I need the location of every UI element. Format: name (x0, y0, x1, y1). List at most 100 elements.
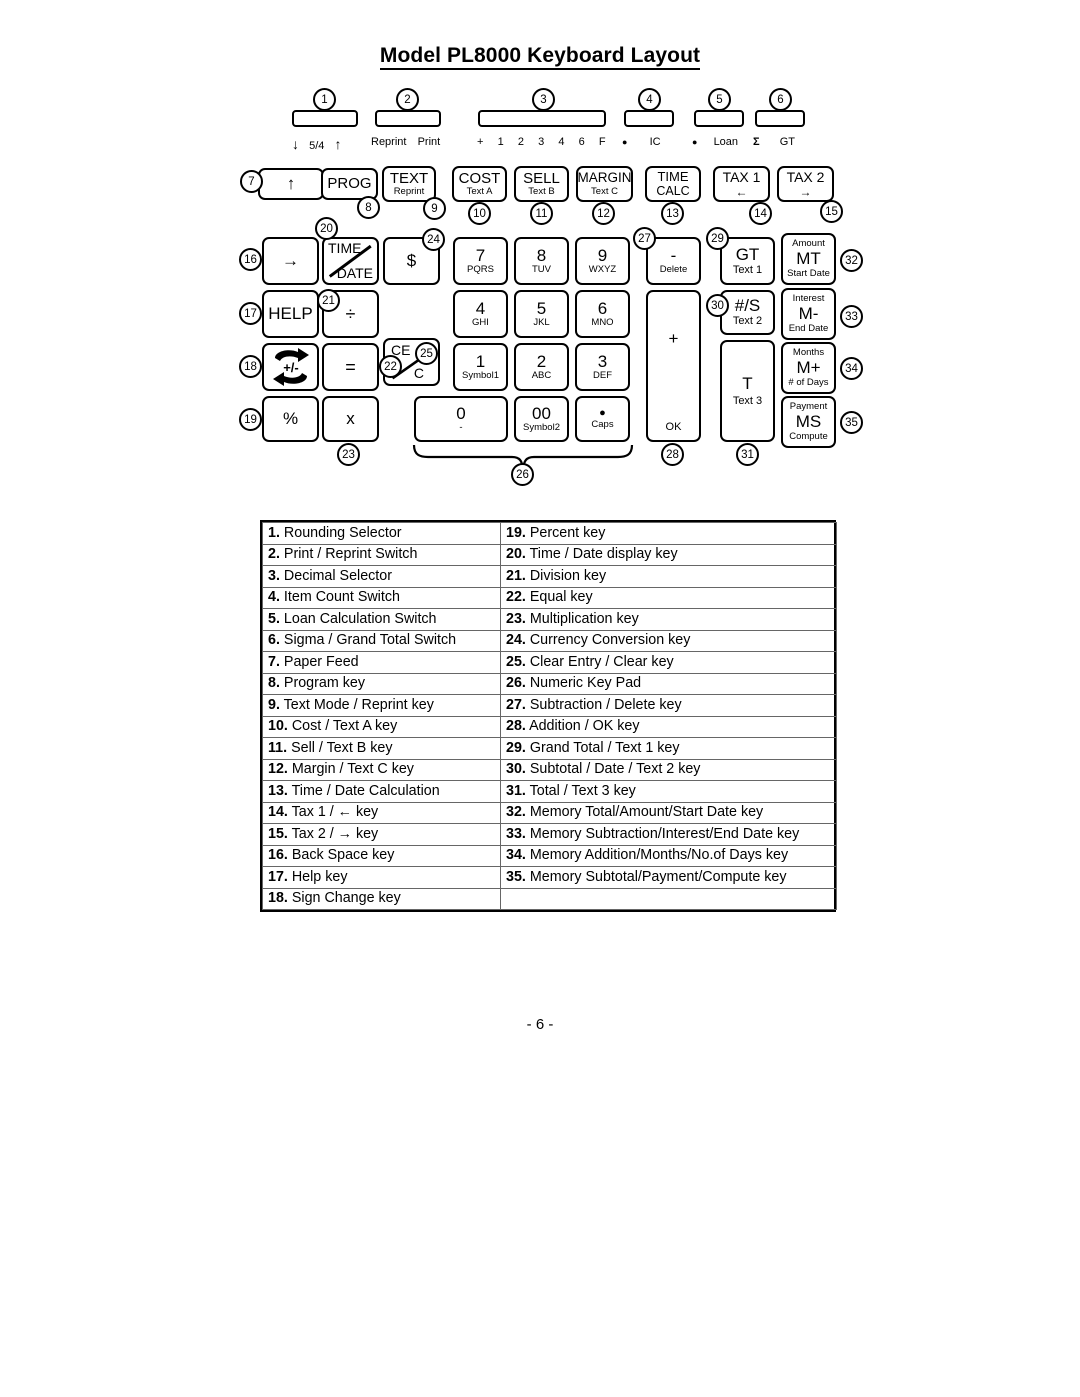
switch-2-label-print: Print (417, 136, 441, 148)
key-tax-1[interactable]: TAX 1 ← (713, 166, 770, 202)
switch-1-label-up: ↑ (334, 136, 342, 152)
legend-num: 15. (268, 825, 288, 842)
key-numeric-3-sublabel: DEF (593, 370, 612, 382)
callout-31: 31 (736, 443, 759, 466)
key-time-date[interactable]: TIME DATE (322, 237, 379, 285)
legend-cell-left: 7. Paper Feed (262, 651, 501, 674)
key-22-label: = (345, 356, 356, 377)
legend-cell-right: 32. Memory Total/Amount/Start Date key (500, 801, 837, 824)
key-32-label: MT (796, 249, 821, 269)
callout-11: 11 (530, 202, 553, 225)
callout-8: 8 (357, 196, 380, 219)
key-back-space[interactable]: → (262, 237, 319, 285)
legend-text: Clear Entry / Clear key (529, 653, 674, 670)
key-12-sublabel: Text C (591, 185, 618, 197)
key-percent[interactable]: % (262, 396, 319, 442)
key-numeric-4[interactable]: 4 GHI (453, 290, 508, 338)
key-numeric-00[interactable]: 00 Symbol2 (514, 396, 569, 442)
key-memory-subtraction[interactable]: Interest M- End Date (781, 288, 836, 340)
switch-3-label-4: 4 (558, 136, 565, 148)
key-27-sublabel: Delete (659, 264, 688, 276)
switch-print-reprint[interactable] (375, 110, 441, 127)
legend-cell-left: 10. Cost / Text A key (262, 715, 501, 738)
legend-num: 33. (506, 825, 526, 842)
switch-loan-calculation[interactable] (694, 110, 744, 127)
key-sign-change[interactable]: +/- (262, 343, 319, 391)
key-34-sublabel: # of Days (788, 376, 829, 388)
legend-text: Margin / Text C key (291, 761, 414, 778)
key-subtotal-date-text-2[interactable]: #/S Text 2 (720, 290, 775, 335)
legend-num: 26. (506, 675, 526, 692)
key-numeric-7[interactable]: 7 PQRS (453, 237, 508, 285)
legend-cell-right: 23. Multiplication key (500, 608, 837, 631)
key-10-label: COST (458, 169, 501, 187)
switch-sigma-grandtotal[interactable] (755, 110, 805, 127)
key-sell-text-b[interactable]: SELL Text B (514, 166, 569, 202)
legend-num: 1. (268, 524, 280, 541)
legend-num: 28. (506, 718, 526, 735)
callout-10: 10 (468, 202, 491, 225)
switch-decimal-selector[interactable] (478, 110, 606, 127)
key-10-sublabel: Text A (466, 186, 493, 198)
key-numeric-1-label: 1 (475, 351, 486, 371)
slash-divider-icon (328, 239, 373, 284)
legend-cell-right: 27. Subtraction / Delete key (500, 694, 837, 717)
legend-text: Memory Addition/Months/No.of Days key (529, 847, 789, 864)
switch-rounding-selector[interactable] (292, 110, 358, 127)
key-total-text-3[interactable]: T Text 3 (720, 340, 775, 442)
key-numeric-9[interactable]: 9 WXYZ (575, 237, 630, 285)
callout-20: 20 (315, 217, 338, 240)
legend-cell-left: 8. Program key (262, 672, 501, 695)
key-numeric-1[interactable]: 1 Symbol1 (453, 343, 508, 391)
key-numeric-0[interactable]: 0 - (414, 396, 508, 442)
legend-text: Sigma / Grand Total Switch (283, 632, 457, 649)
legend-cell-left: 16. Back Space key (262, 844, 501, 867)
key-7-label: ↑ (286, 174, 296, 194)
key-numeric-3[interactable]: 3 DEF (575, 343, 630, 391)
key-memory-total[interactable]: Amount MT Start Date (781, 233, 836, 285)
key-time-calc[interactable]: TIME CALC (645, 166, 701, 202)
switch-item-count[interactable] (624, 110, 674, 127)
key-numeric-8[interactable]: 8 TUV (514, 237, 569, 285)
key-multiplication[interactable]: x (322, 396, 379, 442)
key-numeric-2[interactable]: 2 ABC (514, 343, 569, 391)
callout-2: 2 (396, 88, 419, 111)
key-paper-feed[interactable]: ↑ (258, 168, 324, 200)
table-row: 14. Tax 1 / ← key 32. Memory Total/Amoun… (262, 801, 837, 824)
key-30-label: #/S (734, 296, 761, 316)
key-equal[interactable]: = (322, 343, 379, 391)
key-numeric-5[interactable]: 5 JKL (514, 290, 569, 338)
legend-text: Rounding Selector (283, 524, 402, 541)
key-numeric-5-label: 5 (536, 298, 547, 318)
key-cost-text-a[interactable]: COST Text A (452, 166, 507, 202)
key-numeric-6[interactable]: 6 MNO (575, 290, 630, 338)
key-help[interactable]: HELP (262, 290, 319, 338)
callout-27: 27 (633, 227, 656, 250)
table-row: 11. Sell / Text B key 29. Grand Total / … (262, 737, 837, 760)
key-memory-subtotal[interactable]: Payment MS Compute (781, 396, 836, 448)
callout-25: 25 (415, 342, 438, 365)
table-row: 3. Decimal Selector 21. Division key (262, 565, 837, 588)
legend-num: 4. (268, 589, 280, 606)
key-numeric-2-label: 2 (536, 351, 547, 371)
key-memory-addition[interactable]: Months M+ # of Days (781, 342, 836, 394)
callout-13: 13 (661, 202, 684, 225)
key-addition-ok[interactable]: + OK (646, 290, 701, 442)
key-tax-2[interactable]: TAX 2 → (777, 166, 834, 202)
key-34-suplabel: Months (792, 347, 825, 359)
key-16-label: → (282, 251, 299, 271)
legend-text: Sign Change key (291, 890, 401, 907)
legend-cell-right: 21. Division key (500, 565, 837, 588)
key-text-reprint[interactable]: TEXT Reprint (382, 166, 436, 202)
callout-17: 17 (239, 302, 262, 325)
key-margin-text-c[interactable]: MARGIN Text C (576, 166, 633, 202)
legend-cell-left: 18. Sign Change key (262, 887, 501, 910)
table-row: 9. Text Mode / Reprint key 27. Subtracti… (262, 694, 837, 717)
legend-cell-right: 20. Time / Date display key (500, 543, 837, 566)
key-numeric-decimal[interactable]: ● Caps (575, 396, 630, 442)
table-row: 7. Paper Feed 25. Clear Entry / Clear ke… (262, 651, 837, 674)
key-grand-total-text-1[interactable]: GT Text 1 (720, 237, 775, 285)
legend-num: 19. (506, 524, 526, 541)
legend-table: 1. Rounding Selector 19. Percent key 2. … (262, 522, 837, 910)
key-numeric-0-sublabel: - (459, 422, 463, 434)
